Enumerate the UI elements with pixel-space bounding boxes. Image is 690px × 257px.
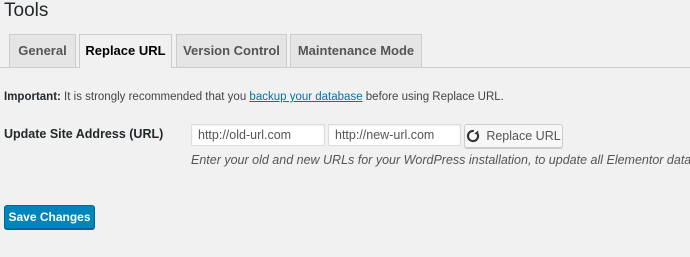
tab-general[interactable]: General	[9, 34, 76, 67]
tab-version-control[interactable]: Version Control	[176, 34, 287, 67]
replace-url-button[interactable]: Replace URL	[464, 124, 563, 148]
tools-page: Tools General Replace URL Version Contro…	[0, 0, 690, 257]
tab-replace-url[interactable]: Replace URL	[79, 34, 172, 68]
important-notice: Important: It is strongly recommended th…	[4, 91, 504, 103]
replace-url-button-label: Replace URL	[486, 129, 561, 143]
refresh-icon	[466, 129, 480, 143]
notice-text-before: It is strongly recommended that you	[60, 91, 250, 103]
update-site-address-label: Update Site Address (URL)	[4, 127, 164, 141]
save-changes-button[interactable]: Save Changes	[4, 205, 95, 229]
old-url-input[interactable]	[191, 124, 325, 146]
notice-text-after: before using Replace URL.	[362, 91, 504, 103]
page-title: Tools	[4, 0, 49, 21]
replace-url-description: Enter your old and new URLs for your Wor…	[191, 153, 690, 167]
tab-maintenance-mode[interactable]: Maintenance Mode	[290, 34, 422, 67]
new-url-input[interactable]	[328, 124, 461, 146]
backup-database-link[interactable]: backup your database	[249, 91, 362, 103]
notice-label: Important:	[4, 91, 61, 103]
